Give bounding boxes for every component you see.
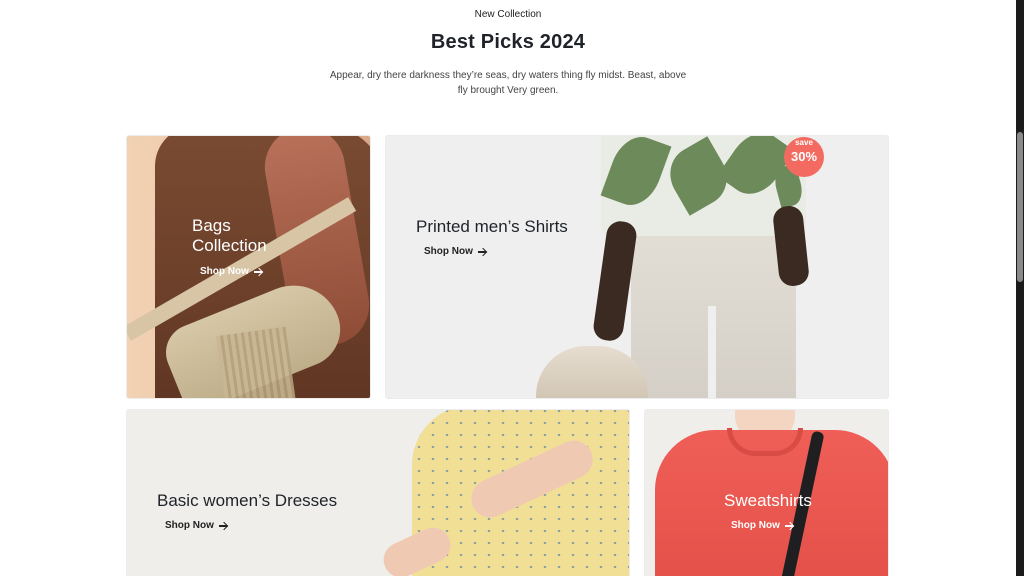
vertical-scrollbar[interactable] — [1016, 0, 1024, 576]
printed-shirts-card[interactable]: Printed men’s Shirts Shop Now save 30% — [385, 135, 889, 399]
arrow-right-icon — [218, 521, 228, 530]
card-title: Bags Collection — [192, 216, 267, 255]
sweatshirts-card[interactable]: Sweatshirts Shop Now — [644, 409, 889, 576]
card-title: Sweatshirts — [724, 491, 812, 510]
section-title: Best Picks 2024 — [430, 31, 586, 53]
scrollbar-thumb[interactable] — [1017, 132, 1023, 282]
arrow-right-icon — [253, 267, 263, 276]
arrow-right-icon — [477, 247, 487, 256]
discount-badge: save 30% — [784, 137, 824, 177]
shop-now-link[interactable]: Shop Now — [424, 246, 487, 257]
section-description: Appear, dry there darkness they’re seas,… — [329, 70, 687, 96]
shop-now-link[interactable]: Shop Now — [200, 266, 263, 277]
page: New Collection Best Picks 2024 Appear, d… — [0, 0, 1016, 576]
shop-now-link[interactable]: Shop Now — [165, 520, 228, 531]
womens-dresses-card[interactable]: Basic women’s Dresses Shop Now — [126, 409, 630, 576]
bags-collection-card[interactable]: Bags Collection Shop Now — [126, 135, 371, 399]
card-title: Basic women’s Dresses — [157, 491, 338, 510]
shop-now-link[interactable]: Shop Now — [731, 520, 794, 531]
section-eyebrow: New Collection — [474, 9, 542, 20]
card-title: Printed men’s Shirts — [416, 217, 568, 236]
arrow-right-icon — [784, 521, 794, 530]
